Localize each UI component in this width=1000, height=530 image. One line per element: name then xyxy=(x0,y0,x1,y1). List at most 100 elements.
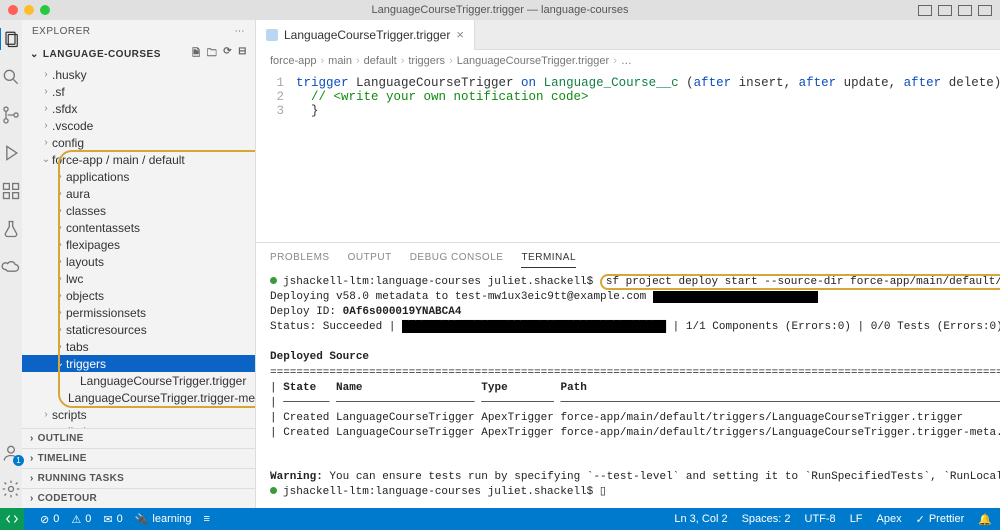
tree-item-label: layouts xyxy=(66,255,104,269)
sidebar-more-icon[interactable]: ⋯ xyxy=(235,26,246,37)
tree-item[interactable]: ⌄force-app / main / default xyxy=(22,151,255,168)
remote-indicator[interactable] xyxy=(0,508,24,530)
panel-tab-problems[interactable]: PROBLEMS xyxy=(270,252,330,263)
org-target[interactable]: 🔌 learning xyxy=(135,513,192,526)
file-tree[interactable]: ›.husky›.sf›.sfdx›.vscode›config⌄force-a… xyxy=(22,66,255,428)
new-file-icon[interactable]: 🗎 xyxy=(192,46,201,63)
tree-item[interactable]: ›staticresources xyxy=(22,321,255,338)
tree-item-label: staticresources xyxy=(66,323,147,337)
source-control-icon[interactable] xyxy=(0,104,22,126)
tree-item[interactable]: ›.husky xyxy=(22,66,255,83)
run-debug-icon[interactable] xyxy=(0,142,22,164)
tab-filename: LanguageCourseTrigger.trigger xyxy=(284,28,450,42)
tree-item[interactable]: ›tabs xyxy=(22,338,255,355)
tree-item-label: flexipages xyxy=(66,238,120,252)
tree-item[interactable]: ›classes xyxy=(22,202,255,219)
tree-item[interactable]: ›applications xyxy=(22,168,255,185)
tree-item[interactable]: LanguageCourseTrigger.trigger-meta.xml xyxy=(22,389,255,406)
editor-tabs: LanguageCourseTrigger.trigger × ⋯ xyxy=(256,20,1000,50)
breadcrumb-segment[interactable]: main xyxy=(328,55,352,67)
code-editor[interactable]: 1trigger LanguageCourseTrigger on Langua… xyxy=(256,72,1000,242)
tree-item[interactable]: ›.sf xyxy=(22,83,255,100)
tree-item[interactable]: ⌄triggers xyxy=(22,355,255,372)
salesforce-icon[interactable] xyxy=(0,256,22,278)
window-title: LanguageCourseTrigger.trigger — language… xyxy=(0,4,1000,16)
tree-item-label: force-app / main / default xyxy=(52,153,185,167)
errors-count[interactable]: ⊘ 0 xyxy=(40,513,59,526)
search-icon[interactable] xyxy=(0,66,22,88)
tree-item[interactable]: ›config xyxy=(22,134,255,151)
tree-item[interactable]: ›permissionsets xyxy=(22,304,255,321)
tree-item-label: .sf xyxy=(52,85,65,99)
workspace-root[interactable]: ⌄ LANGUAGE-COURSES 🗎 🗀 ⟳ ⊟ xyxy=(22,43,255,66)
notifications-icon[interactable]: 🔔 xyxy=(978,513,992,526)
breadcrumb-segment[interactable]: triggers xyxy=(408,55,445,67)
explorer-title: EXPLORER xyxy=(32,26,90,37)
extensions-icon[interactable] xyxy=(0,180,22,202)
tree-item[interactable]: LanguageCourseTrigger.trigger xyxy=(22,372,255,389)
titlebar: LanguageCourseTrigger.trigger — language… xyxy=(0,0,1000,20)
tree-item-label: permissionsets xyxy=(66,306,146,320)
breadcrumb-segment[interactable]: default xyxy=(364,55,397,67)
breadcrumb-segment[interactable]: … xyxy=(621,55,632,67)
eol[interactable]: LF xyxy=(850,513,863,525)
prettier-status[interactable]: ✓ Prettier xyxy=(916,513,965,526)
panel-tab-debug[interactable]: DEBUG CONSOLE xyxy=(410,252,504,263)
explorer-icon[interactable] xyxy=(0,28,21,50)
gear-icon[interactable] xyxy=(0,478,22,500)
section-codetour[interactable]: ›CODETOUR xyxy=(22,488,255,508)
breadcrumb-segment[interactable]: LanguageCourseTrigger.trigger xyxy=(457,55,609,67)
terminal[interactable]: jshackell-ltm:language-courses juliet.sh… xyxy=(256,271,1000,508)
tree-item[interactable]: ›.sfdx xyxy=(22,100,255,117)
tree-item[interactable]: ›.vscode xyxy=(22,117,255,134)
account-icon[interactable]: 1 xyxy=(0,442,22,464)
tree-item-label: .vscode xyxy=(52,119,93,133)
cursor-position[interactable]: Ln 3, Col 2 xyxy=(674,513,727,525)
tree-item-label: LanguageCourseTrigger.trigger-meta.xml xyxy=(68,391,255,405)
tree-item[interactable]: ›contentassets xyxy=(22,219,255,236)
status-bar: ⊘ 0 ⚠ 0 ✉ 0 🔌 learning ≡ Ln 3, Col 2 Spa… xyxy=(0,508,1000,530)
tree-item-label: config xyxy=(52,136,84,150)
highlighted-command: sf project deploy start --source-dir for… xyxy=(600,274,1000,290)
tree-item-label: .husky xyxy=(52,68,87,82)
new-folder-icon[interactable]: 🗀 xyxy=(207,46,218,63)
tree-item-label: objects xyxy=(66,289,104,303)
section-timeline[interactable]: ›TIMELINE xyxy=(22,448,255,468)
tree-item[interactable]: ›scripts xyxy=(22,406,255,423)
tab-active-file[interactable]: LanguageCourseTrigger.trigger × xyxy=(256,20,475,50)
tree-item[interactable]: ›objects xyxy=(22,287,255,304)
collapse-icon[interactable]: ⊟ xyxy=(238,46,247,63)
terminal-status-icon xyxy=(270,277,277,284)
refresh-icon[interactable]: ⟳ xyxy=(223,46,232,63)
tree-item[interactable]: ›flexipages xyxy=(22,236,255,253)
test-icon[interactable] xyxy=(0,218,22,240)
section-outline[interactable]: ›OUTLINE xyxy=(22,428,255,448)
warnings-count[interactable]: ⚠ 0 xyxy=(71,513,91,526)
tree-item-label: scripts xyxy=(52,408,87,422)
encoding[interactable]: UTF-8 xyxy=(805,513,836,525)
info-count[interactable]: ✉ 0 xyxy=(103,513,122,526)
tree-item-label: lwc xyxy=(66,272,83,286)
sidebar: EXPLORER ⋯ ⌄ LANGUAGE-COURSES 🗎 🗀 ⟳ ⊟ ›.… xyxy=(22,20,256,508)
language-mode[interactable]: Apex xyxy=(877,513,902,525)
panel-tab-terminal[interactable]: TERMINAL xyxy=(521,252,576,268)
workspace-name: LANGUAGE-COURSES xyxy=(43,49,161,60)
tree-item[interactable]: ◦.eslintignore xyxy=(22,423,255,428)
terminal-status-icon xyxy=(270,487,277,494)
indent-spaces[interactable]: Spaces: 2 xyxy=(742,513,791,525)
tree-item[interactable]: ›lwc xyxy=(22,270,255,287)
close-tab-icon[interactable]: × xyxy=(456,27,464,42)
activity-bar: 1 xyxy=(0,20,22,508)
tree-item[interactable]: ›aura xyxy=(22,185,255,202)
apex-file-icon xyxy=(266,29,278,41)
panel-tab-output[interactable]: OUTPUT xyxy=(348,252,392,263)
panel-tabs: PROBLEMS OUTPUT DEBUG CONSOLE TERMINAL ▸… xyxy=(256,243,1000,271)
tree-item[interactable]: ›layouts xyxy=(22,253,255,270)
section-running-tasks[interactable]: ›RUNNING TASKS xyxy=(22,468,255,488)
breadcrumb[interactable]: force-app›main›default›triggers›Language… xyxy=(256,50,1000,72)
editor-area: LanguageCourseTrigger.trigger × ⋯ force-… xyxy=(256,20,1000,508)
tree-item-label: aura xyxy=(66,187,90,201)
tree-item-label: .eslintignore xyxy=(52,425,117,429)
breadcrumb-segment[interactable]: force-app xyxy=(270,55,316,67)
menu-icon[interactable]: ≡ xyxy=(204,513,210,525)
